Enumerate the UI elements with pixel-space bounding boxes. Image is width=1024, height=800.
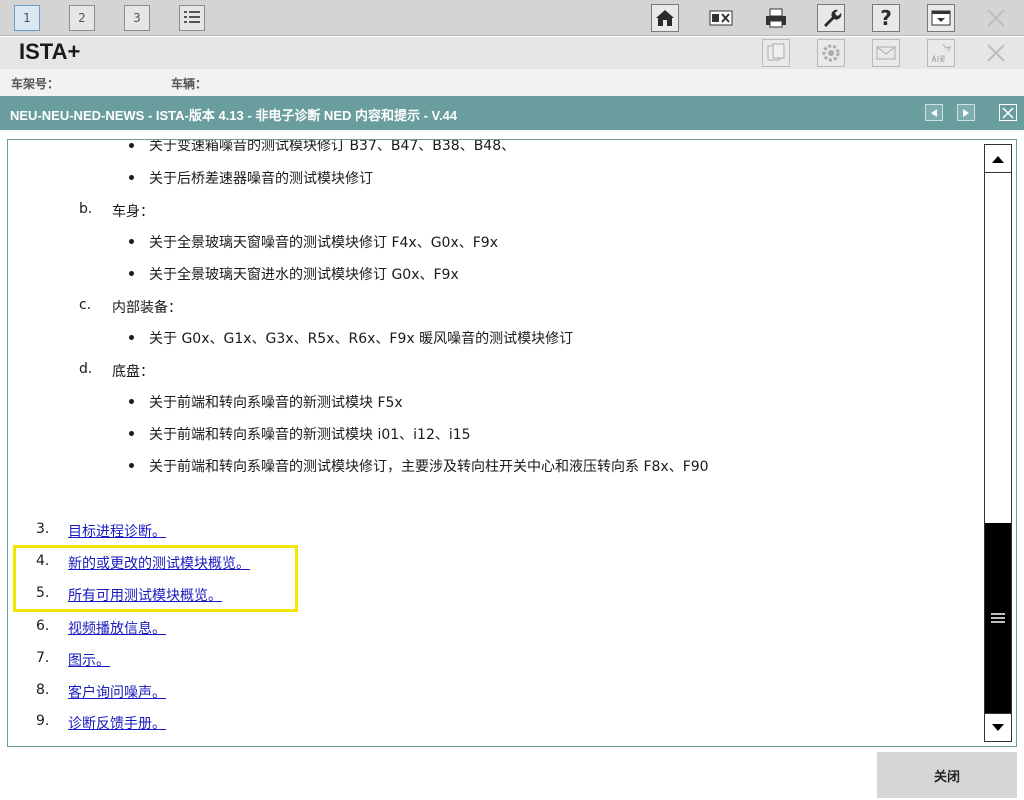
tab-2[interactable]: 2 [69, 5, 95, 31]
bullet-marker [129, 271, 134, 276]
print-icon[interactable] [762, 4, 790, 32]
tab-1[interactable]: 1 [14, 5, 40, 31]
vehicle-label: 车辆： [171, 77, 208, 91]
bullet-marker [129, 431, 134, 436]
scrollbar[interactable] [984, 144, 1012, 742]
list-number: 8. [36, 682, 50, 698]
bullet-marker [129, 175, 134, 180]
section-header: NEU-NEU-NED-NEWS - ISTA-版本 4.13 - 非电子诊断 … [0, 96, 1024, 130]
list-number: 7. [36, 650, 50, 666]
list-number: 3. [36, 521, 50, 537]
scroll-up-icon[interactable] [985, 145, 1011, 173]
help-icon[interactable]: ? [872, 4, 900, 32]
vehicle-info-bar: 车架号： 车辆： [0, 69, 1024, 96]
sub-d-marker: d. [79, 361, 93, 377]
link-diagnosis-feedback-manual[interactable]: 诊断反馈手册。 [68, 713, 166, 733]
next-icon[interactable] [957, 104, 975, 121]
bullet-item: 关于前端和转向系噪音的新测试模块 F5x [149, 395, 403, 411]
air-icon[interactable] [927, 39, 955, 67]
bullet-marker [129, 335, 134, 340]
bullet-item: 关于前端和转向系噪音的新测试模块 i01、i12、i15 [149, 427, 471, 443]
section-close-icon[interactable] [999, 104, 1017, 121]
highlight-box [13, 545, 298, 612]
tab-3[interactable]: 3 [124, 5, 150, 31]
list-icon[interactable] [179, 5, 205, 31]
window-close-icon[interactable] [982, 39, 1010, 67]
sub-d-label: 底盘： [112, 364, 154, 380]
sub-c-label: 内部装备： [112, 300, 182, 316]
content-panel: 关于变速箱噪音的测试模块修订 B37、B47、B38、B48、 关于后桥差速器噪… [7, 139, 1017, 747]
chassis-number-label: 车架号： [11, 77, 60, 91]
link-target-process-diagnosis[interactable]: 目标进程诊断。 [68, 521, 166, 541]
vehicle-id-icon[interactable] [707, 4, 735, 32]
wrench-icon[interactable] [817, 4, 845, 32]
bullet-marker [129, 463, 134, 468]
download-icon[interactable] [927, 4, 955, 32]
close-button[interactable]: 关闭 [877, 752, 1017, 798]
section-title: NEU-NEU-NED-NEWS - ISTA-版本 4.13 - 非电子诊断 … [10, 108, 458, 123]
link-customer-noise-inquiry[interactable]: 客户询问噪声。 [68, 682, 166, 702]
link-illustrations[interactable]: 图示。 [68, 650, 110, 670]
partial-bullet-text: 关于变速箱噪音的测试模块修订 B37、B47、B38、B48、 [149, 139, 516, 154]
list-number: 9. [36, 713, 50, 729]
bullet-item: 关于前端和转向系噪音的测试模块修订，主要涉及转向柱开关中心和液压转向系 F8x、… [149, 459, 709, 475]
documents-icon[interactable] [762, 39, 790, 67]
bullet-item: 关于 G0x、G1x、G3x、R5x、R6x、F9x 暖风噪音的测试模块修订 [149, 331, 574, 347]
settings-gear-icon[interactable] [817, 39, 845, 67]
bullet-item: 关于全景玻璃天窗进水的测试模块修订 G0x、F9x [149, 267, 459, 283]
bullet-marker [129, 399, 134, 404]
sub-c-marker: c. [79, 297, 92, 313]
mail-icon[interactable] [872, 39, 900, 67]
scroll-down-icon[interactable] [985, 713, 1011, 741]
sub-b-label: 车身： [112, 204, 154, 220]
close-icon[interactable] [982, 4, 1010, 32]
home-icon[interactable] [651, 4, 679, 32]
top-toolbar: 1 2 3 ? [0, 0, 1024, 36]
previous-icon[interactable] [925, 104, 943, 121]
scroll-thumb[interactable] [985, 523, 1011, 713]
bullet-item: 关于全景玻璃天窗噪音的测试模块修订 F4x、G0x、F9x [149, 235, 498, 251]
bullet-rear-axle: 关于后桥差速器噪音的测试模块修订 [149, 171, 373, 187]
bullet-marker [129, 143, 134, 148]
app-title: ISTA+ [19, 39, 81, 64]
link-video-playback[interactable]: 视频播放信息。 [68, 618, 166, 638]
list-number: 6. [36, 618, 50, 634]
bullet-marker [129, 239, 134, 244]
app-title-bar: ISTA+ [0, 37, 1024, 69]
sub-b-marker: b. [79, 201, 93, 217]
